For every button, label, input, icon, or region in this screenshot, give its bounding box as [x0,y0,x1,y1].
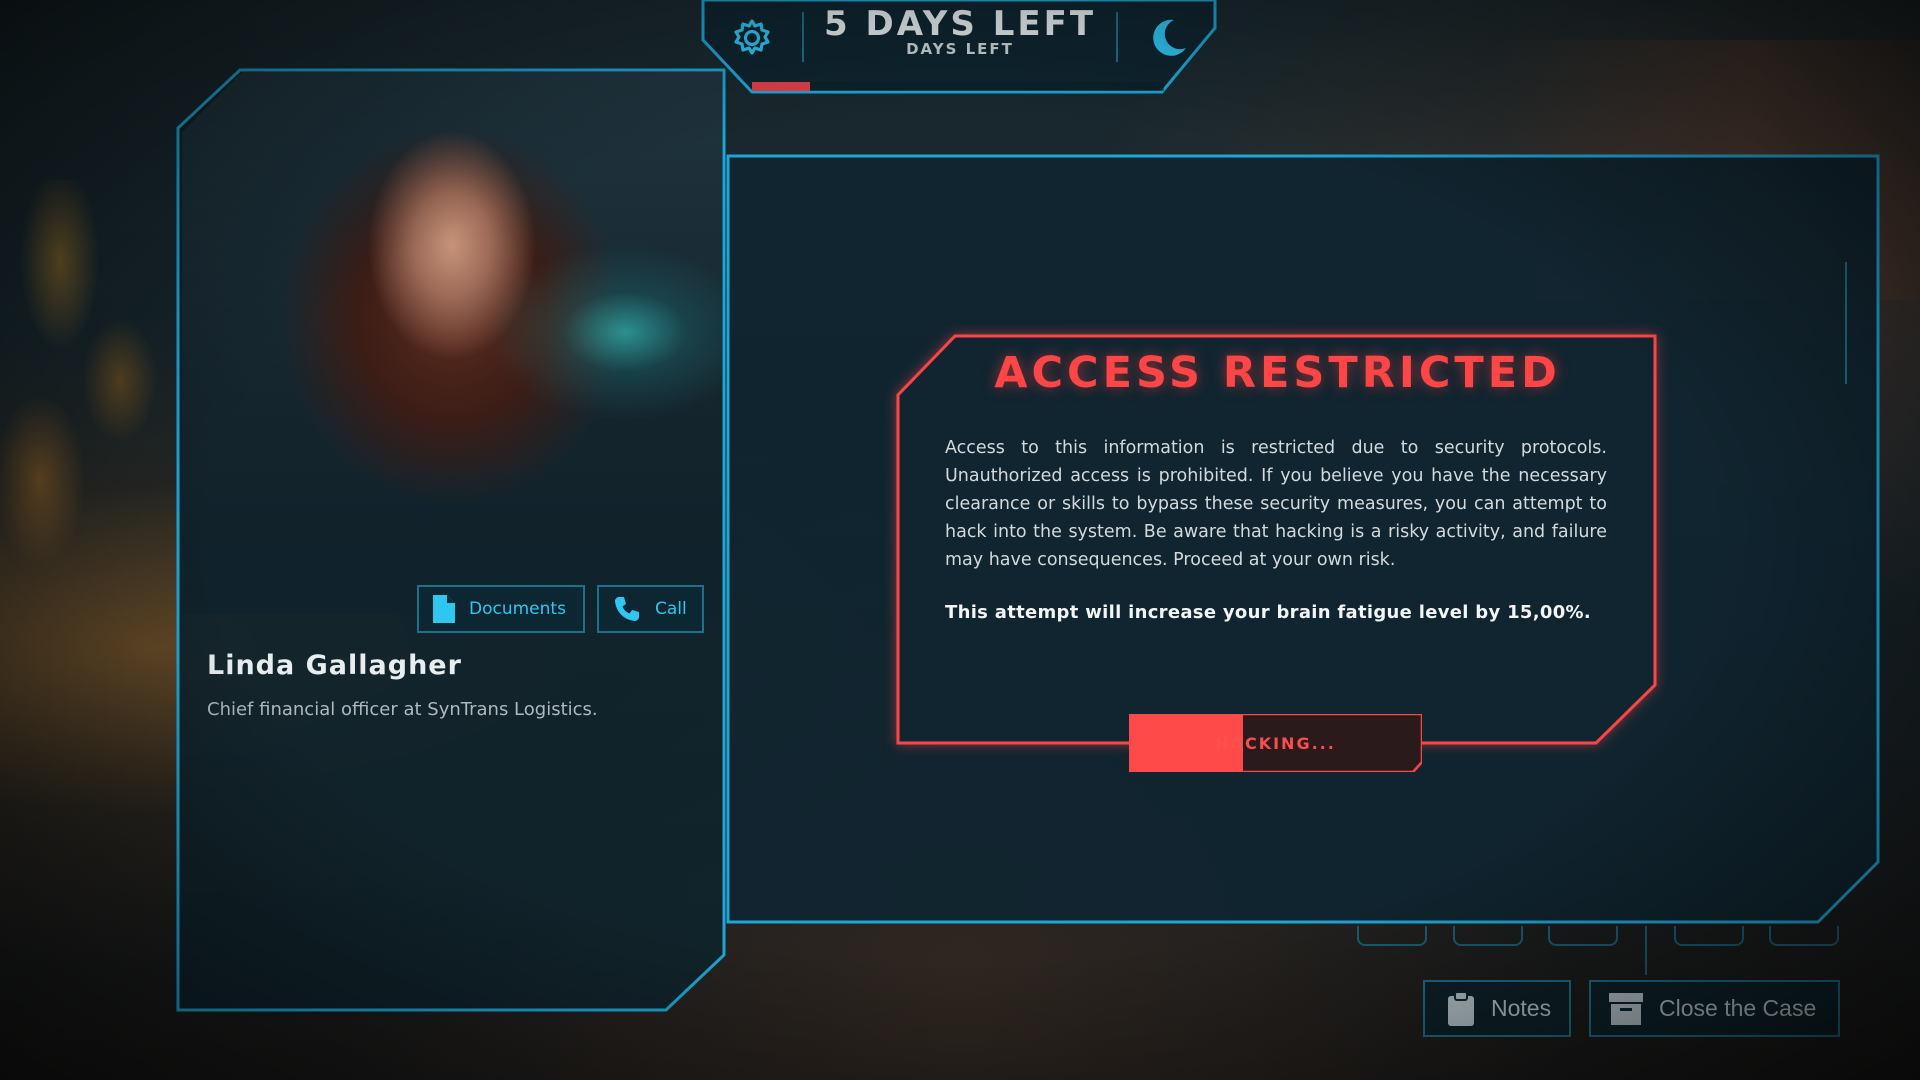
hack-button[interactable]: HACKING... [1129,714,1422,772]
panel-tab [1548,926,1618,946]
day-progress-fill [752,82,810,91]
day-progress-bar [752,82,1164,91]
panel-tab [1674,926,1744,946]
hack-button-label: HACKING... [1215,733,1336,753]
archive-box-icon [1609,992,1643,1025]
panel-tab [1769,926,1839,946]
gear-icon [734,19,770,55]
close-case-button-label: Close the Case [1659,995,1817,1021]
days-left-title: 5 DAYS LEFT [823,4,1097,44]
person-role: Chief financial officer at SynTrans Logi… [207,699,598,720]
moon-icon [1153,19,1186,56]
access-restricted-title: ACCESS RESTRICTED [994,348,1561,398]
phone-icon [615,597,639,621]
call-button[interactable]: Call [597,585,704,633]
clipboard-icon [1448,990,1474,1026]
call-button-label: Call [655,599,687,619]
close-case-button[interactable]: Close the Case [1589,980,1840,1037]
documents-button[interactable]: Documents [417,585,585,633]
days-left-subtitle: DAYS LEFT [906,40,1014,58]
access-restricted-body: Access to this information is restricted… [945,438,1607,570]
brain-fatigue-warning: This attempt will increase your brain fa… [945,602,1591,623]
notes-button[interactable]: Notes [1423,980,1571,1037]
documents-button-label: Documents [469,599,566,619]
settings-button[interactable] [728,14,776,62]
document-icon [433,595,455,623]
sleep-button[interactable] [1144,14,1192,62]
person-name: Linda Gallagher [207,650,462,681]
panel-tab [1453,926,1523,946]
panel-tab [1357,926,1427,946]
notes-button-label: Notes [1491,995,1552,1021]
